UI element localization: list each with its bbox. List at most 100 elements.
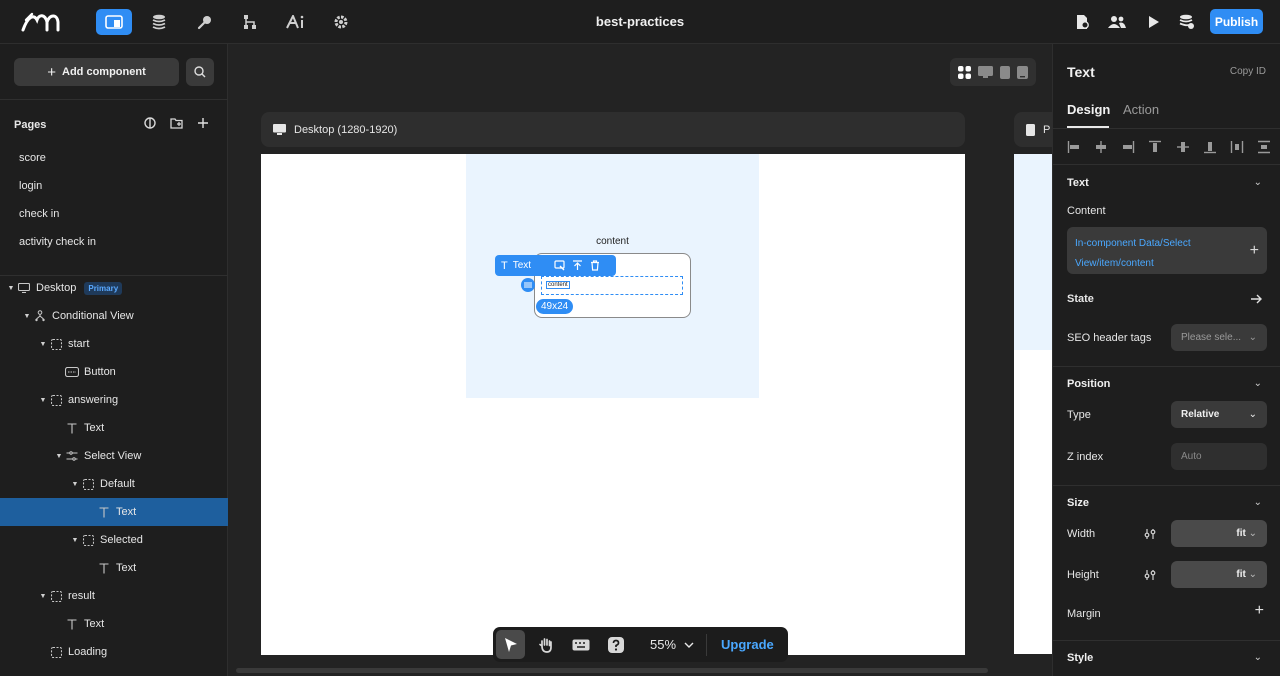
layer-item[interactable]: ▼ Conditional View xyxy=(0,302,228,330)
layer-item[interactable]: Text xyxy=(0,554,228,582)
layer-item[interactable]: Button xyxy=(0,358,228,386)
app-logo[interactable] xyxy=(20,10,66,34)
layer-item[interactable]: ▼ start xyxy=(0,330,228,358)
distribute-vertical-icon[interactable] xyxy=(1257,140,1271,154)
workflow-icon[interactable] xyxy=(232,9,268,35)
keyboard-shortcuts-button[interactable] xyxy=(566,630,595,659)
upgrade-link[interactable]: Upgrade xyxy=(721,637,774,652)
drag-handle-icon[interactable] xyxy=(521,278,535,292)
select-parent-icon[interactable] xyxy=(554,260,565,271)
layer-item[interactable]: ▼ result xyxy=(0,582,228,610)
layer-item[interactable]: ▼ Default xyxy=(0,470,228,498)
zoom-control[interactable]: 55% xyxy=(650,633,708,656)
pages-settings-icon[interactable] xyxy=(144,117,156,129)
add-folder-icon[interactable] xyxy=(170,117,183,129)
content-text[interactable]: content xyxy=(466,236,759,247)
align-bottom-icon[interactable] xyxy=(1203,140,1217,154)
layer-item[interactable]: Text xyxy=(0,610,228,638)
layer-item[interactable]: Text xyxy=(0,414,228,442)
z-index-input[interactable]: Auto xyxy=(1171,443,1267,470)
add-page-icon[interactable] xyxy=(197,117,209,129)
page-item-check-in[interactable]: check in xyxy=(19,208,59,220)
position-type-value: Relative xyxy=(1181,409,1220,420)
caret-down-icon[interactable]: ▼ xyxy=(70,537,80,544)
align-top-icon[interactable] xyxy=(1148,140,1162,154)
align-left-icon[interactable] xyxy=(1067,140,1081,154)
horizontal-scrollbar[interactable] xyxy=(236,668,988,673)
alignment-toolbar xyxy=(1067,140,1271,154)
database-icon[interactable] xyxy=(141,9,177,35)
position-type-select[interactable]: Relative ⌄ xyxy=(1171,401,1267,428)
tab-design[interactable]: Design xyxy=(1067,102,1110,117)
caret-down-icon[interactable]: ▼ xyxy=(38,593,48,600)
page-item-activity-check-in[interactable]: activity check in xyxy=(19,236,96,248)
layer-item[interactable]: Text xyxy=(0,498,228,526)
align-right-icon[interactable] xyxy=(1121,140,1135,154)
tablet-content-area[interactable] xyxy=(1014,154,1052,350)
content-binding-field[interactable]: In-component Data/Select View/item/conte… xyxy=(1067,227,1267,274)
desktop-frame[interactable]: content content T Text 49x24 xyxy=(261,154,965,655)
add-component-button[interactable]: + Add component xyxy=(14,58,179,86)
all-devices-icon[interactable] xyxy=(957,65,971,79)
distribute-horizontal-icon[interactable] xyxy=(1230,140,1244,154)
height-select[interactable]: fit ⌄ xyxy=(1171,561,1267,588)
play-icon[interactable] xyxy=(1135,9,1171,35)
layer-item[interactable]: ▼ Desktop Primary xyxy=(0,274,228,302)
arrow-right-icon[interactable] xyxy=(1250,293,1262,305)
pointer-icon xyxy=(504,637,517,652)
size-settings-icon[interactable] xyxy=(1144,528,1156,540)
layer-label: start xyxy=(68,338,90,350)
search-button[interactable] xyxy=(186,58,214,86)
chevron-down-icon[interactable]: ⌄ xyxy=(1254,652,1262,663)
text-icon: T xyxy=(501,259,508,272)
chevron-down-icon[interactable]: ⌄ xyxy=(1254,177,1262,188)
tablet-icon[interactable] xyxy=(1000,65,1011,79)
layer-item[interactable]: ▼ answering xyxy=(0,386,228,414)
pages-icon[interactable] xyxy=(96,9,132,35)
pointer-tool[interactable] xyxy=(496,630,525,659)
document-settings-icon[interactable] xyxy=(1064,9,1100,35)
canvas[interactable]: Desktop (1280-1920) P content content T … xyxy=(228,44,1052,676)
caret-down-icon[interactable]: ▼ xyxy=(38,397,48,404)
copy-id-button[interactable]: Copy ID xyxy=(1230,66,1266,77)
help-button[interactable] xyxy=(601,630,630,659)
database-settings-icon[interactable] xyxy=(1169,9,1205,35)
layer-item[interactable]: ▼ Select View xyxy=(0,442,228,470)
align-center-horizontal-icon[interactable] xyxy=(1094,140,1108,154)
gear-icon[interactable] xyxy=(323,9,359,35)
caret-down-icon[interactable]: ▼ xyxy=(70,481,80,488)
desktop-icon[interactable] xyxy=(977,66,993,78)
caret-down-icon[interactable]: ▼ xyxy=(54,453,64,460)
layer-item[interactable]: ▼ Selected xyxy=(0,526,228,554)
plus-icon[interactable]: + xyxy=(1250,242,1259,260)
desktop-frame-header[interactable]: Desktop (1280-1920) xyxy=(261,112,965,147)
chevron-down-icon[interactable]: ⌄ xyxy=(1254,497,1262,508)
mobile-icon[interactable] xyxy=(1017,65,1029,79)
layer-item[interactable]: Loading xyxy=(0,638,228,666)
integrations-icon[interactable] xyxy=(187,9,223,35)
seo-select[interactable]: Please sele... ⌄ xyxy=(1171,324,1267,351)
size-settings-icon[interactable] xyxy=(1144,569,1156,581)
align-center-vertical-icon[interactable] xyxy=(1176,140,1190,154)
content-container[interactable]: content content T Text 49x24 xyxy=(466,154,759,398)
page-item-score[interactable]: score xyxy=(19,152,46,164)
size-section-title: Size xyxy=(1067,497,1090,509)
tablet-frame[interactable] xyxy=(1014,154,1052,654)
caret-down-icon[interactable]: ▼ xyxy=(22,313,32,320)
add-margin-icon[interactable]: + xyxy=(1255,602,1264,620)
chevron-down-icon[interactable]: ⌄ xyxy=(1254,378,1262,389)
move-up-icon[interactable] xyxy=(572,260,583,271)
selected-text-element[interactable]: content xyxy=(546,281,570,289)
page-item-login[interactable]: login xyxy=(19,180,42,192)
caret-down-icon[interactable]: ▼ xyxy=(6,285,16,292)
selected-element-outline[interactable]: content xyxy=(541,276,683,295)
publish-button[interactable]: Publish xyxy=(1210,9,1263,34)
users-icon[interactable] xyxy=(1099,9,1135,35)
hand-tool[interactable] xyxy=(531,630,560,659)
tablet-frame-header[interactable]: P xyxy=(1014,112,1052,147)
caret-down-icon[interactable]: ▼ xyxy=(38,341,48,348)
trash-icon[interactable] xyxy=(590,260,600,271)
tab-action[interactable]: Action xyxy=(1123,102,1159,117)
width-select[interactable]: fit ⌄ xyxy=(1171,520,1267,547)
ai-icon[interactable] xyxy=(278,9,314,35)
